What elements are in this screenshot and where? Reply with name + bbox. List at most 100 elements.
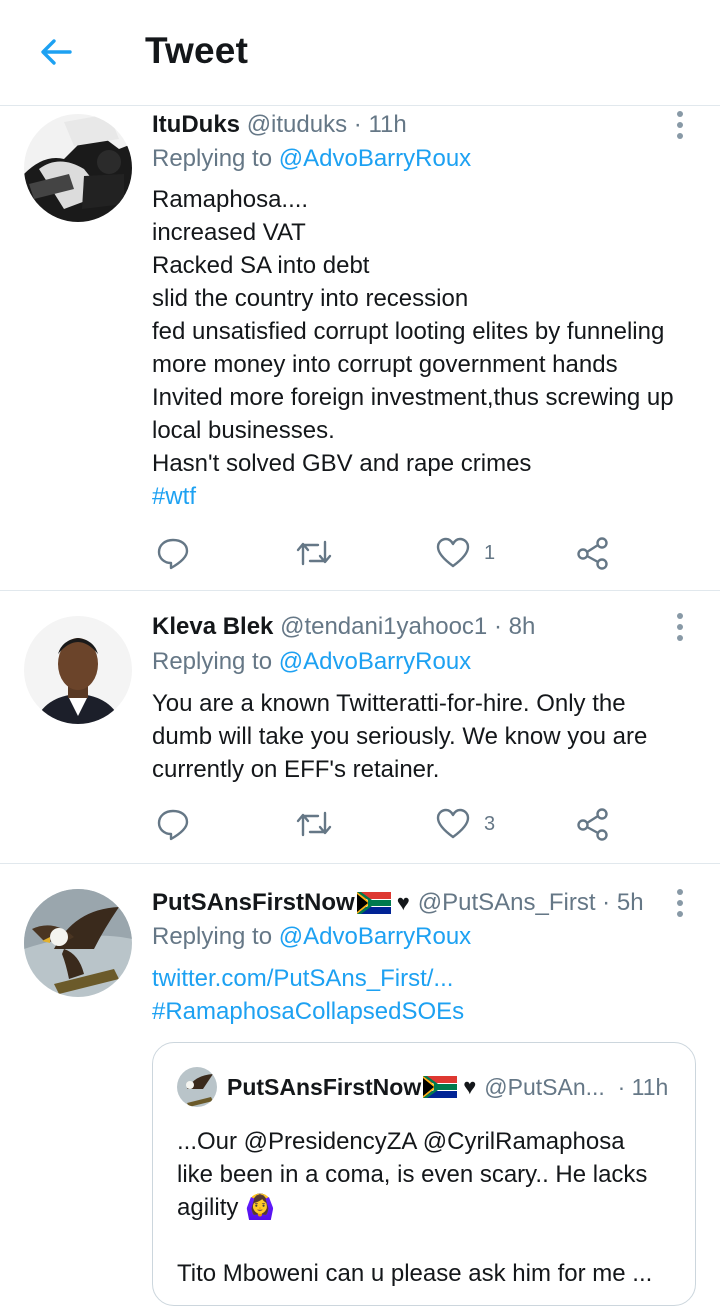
- avatar[interactable]: [24, 889, 132, 997]
- tweet-text-line: fed unsatisfied corrupt looting elites b…: [152, 318, 665, 345]
- separator-dot: ·: [493, 613, 502, 640]
- share-button[interactable]: [576, 802, 610, 846]
- like-count: 3: [484, 812, 496, 835]
- like-button[interactable]: 1: [436, 531, 495, 575]
- retweet-button[interactable]: [296, 802, 332, 846]
- retweet-button[interactable]: [296, 531, 332, 575]
- retweet-icon: [296, 811, 332, 837]
- tweet-text: You are a known Twitteratti-for-hire. On…: [152, 687, 702, 786]
- like-count: 1: [484, 541, 496, 564]
- user-handle: @PutSAns_First: [417, 889, 596, 916]
- more-options-button[interactable]: [670, 609, 690, 645]
- reply-icon: [157, 538, 189, 570]
- replying-to: Replying to @AdvoBarryRoux: [152, 648, 471, 676]
- reply-button[interactable]: [156, 531, 190, 575]
- like-button[interactable]: 3: [436, 802, 495, 846]
- more-dot: [677, 122, 683, 128]
- more-dot: [677, 911, 683, 917]
- more-options-button[interactable]: [670, 107, 690, 143]
- separator-dot: ·: [617, 1073, 626, 1100]
- separator-dot: ·: [353, 111, 362, 138]
- tweet-text: twitter.com/PutSAns_First/... #Ramaphosa…: [152, 962, 702, 1028]
- more-dot: [677, 133, 683, 139]
- tweet-reply[interactable]: Kleva Blek @tendani1yahooc1 · 8h Replyin…: [0, 592, 720, 864]
- quoted-display-name: PutSAnsFirstNow: [227, 1073, 422, 1100]
- display-name[interactable]: Kleva Blek: [152, 613, 273, 641]
- tweet-text: Ramaphosa.... increased VAT Racked SA in…: [152, 183, 702, 513]
- heart-icon: [436, 808, 470, 839]
- tweet-text-line: dumb will take you seriously. We know yo…: [152, 723, 648, 750]
- tweet-meta: ItuDuks @ituduks · 11h: [152, 107, 407, 143]
- south-africa-flag-icon: [356, 892, 391, 914]
- quoted-text-line: like been in a coma, is even scary.. He …: [177, 1161, 648, 1188]
- hashtag-link[interactable]: #RamaphosaCollapsedSOEs: [152, 995, 702, 1028]
- mention-link[interactable]: @AdvoBarryRoux: [279, 648, 471, 675]
- display-name[interactable]: ItuDuks: [152, 111, 240, 139]
- quoted-tweet-meta: PutSAnsFirstNow ♥ @PutSAn... · 11h: [227, 1071, 668, 1103]
- back-button[interactable]: [32, 28, 80, 76]
- mention-link[interactable]: @AdvoBarryRoux: [279, 145, 471, 172]
- more-dot: [677, 635, 683, 641]
- tweet-text-line: local businesses.: [152, 417, 335, 444]
- share-icon: [577, 808, 608, 841]
- separator-dot: ·: [602, 889, 611, 916]
- quoted-tweet-text: ...Our @PresidencyZA @CyrilRamaphosa lik…: [177, 1125, 677, 1290]
- tweet-actions: 1: [152, 531, 622, 575]
- tweet-text-line: increased VAT: [152, 219, 306, 246]
- tweet-reply[interactable]: ItuDuks @ituduks · 11h Replying to @Advo…: [0, 107, 720, 591]
- tweet-text-line: currently on EFF's retainer.: [152, 756, 440, 783]
- more-dot: [677, 111, 683, 117]
- replying-to: Replying to @AdvoBarryRoux: [152, 145, 471, 173]
- quoted-user-handle: @PutSAn...: [484, 1073, 605, 1100]
- more-dot: [677, 889, 683, 895]
- share-icon: [577, 537, 608, 570]
- quoted-timestamp: 11h: [631, 1073, 669, 1100]
- more-dot: [677, 624, 683, 630]
- arrow-left-icon: [41, 39, 72, 65]
- share-button[interactable]: [576, 531, 610, 575]
- replying-to-label: Replying to: [152, 145, 279, 172]
- more-options-button[interactable]: [670, 885, 690, 921]
- quoted-text-line: agility 🙆‍♀️: [177, 1194, 275, 1221]
- retweet-icon: [296, 540, 332, 566]
- quoted-text-line: [177, 1224, 677, 1257]
- replying-to-label: Replying to: [152, 923, 279, 950]
- timestamp: 8h: [508, 613, 536, 640]
- quoted-tweet-card[interactable]: PutSAnsFirstNow ♥ @PutSAn... · 11h ...Ou…: [152, 1042, 696, 1306]
- tweet-text-line: You are a known Twitteratti-for-hire. On…: [152, 690, 626, 717]
- replying-to-label: Replying to: [152, 648, 279, 675]
- top-bar: Tweet: [0, 0, 720, 106]
- tweet-meta: Kleva Blek @tendani1yahooc1 · 8h: [152, 609, 535, 645]
- hashtag-link[interactable]: #wtf: [152, 480, 702, 513]
- page-title: Tweet: [145, 30, 249, 71]
- heart-glyph: ♥: [463, 1074, 477, 1099]
- tweet-text-line: more money into corrupt government hands: [152, 351, 618, 378]
- quoted-text-line: Tito Mboweni can u please ask him for me…: [177, 1260, 653, 1287]
- url-link[interactable]: twitter.com/PutSAns_First/...: [152, 962, 702, 995]
- more-dot: [677, 613, 683, 619]
- tweet-actions: 3: [152, 802, 622, 846]
- heart-icon: [436, 537, 470, 568]
- reply-icon: [157, 809, 189, 841]
- timestamp: 5h: [616, 889, 644, 916]
- user-handle: @tendani1yahooc1: [280, 613, 488, 640]
- replying-to: Replying to @AdvoBarryRoux: [152, 923, 471, 951]
- user-handle: @ituduks: [246, 111, 348, 138]
- quoted-text-line: ...Our @PresidencyZA @CyrilRamaphosa: [177, 1128, 625, 1155]
- tweet-text-line: Ramaphosa....: [152, 186, 309, 213]
- quoted-avatar: [177, 1067, 217, 1107]
- heart-glyph: ♥: [396, 890, 410, 915]
- timestamp: 11h: [368, 111, 407, 138]
- tweet-meta: PutSAnsFirstNow ♥ @PutSAns_First · 5h: [152, 885, 644, 921]
- tweet-text-line: slid the country into recession: [152, 285, 469, 312]
- more-dot: [677, 900, 683, 906]
- avatar[interactable]: [24, 616, 132, 724]
- south-africa-flag-icon: [423, 1076, 458, 1098]
- display-name[interactable]: PutSAnsFirstNow: [152, 889, 355, 917]
- tweet-text-line: Invited more foreign investment,thus scr…: [152, 384, 674, 411]
- avatar[interactable]: [24, 114, 132, 222]
- reply-button[interactable]: [156, 802, 190, 846]
- tweet-text-line: Hasn't solved GBV and rape crimes: [152, 450, 532, 477]
- tweet-text-line: Racked SA into debt: [152, 252, 370, 279]
- mention-link[interactable]: @AdvoBarryRoux: [279, 923, 471, 950]
